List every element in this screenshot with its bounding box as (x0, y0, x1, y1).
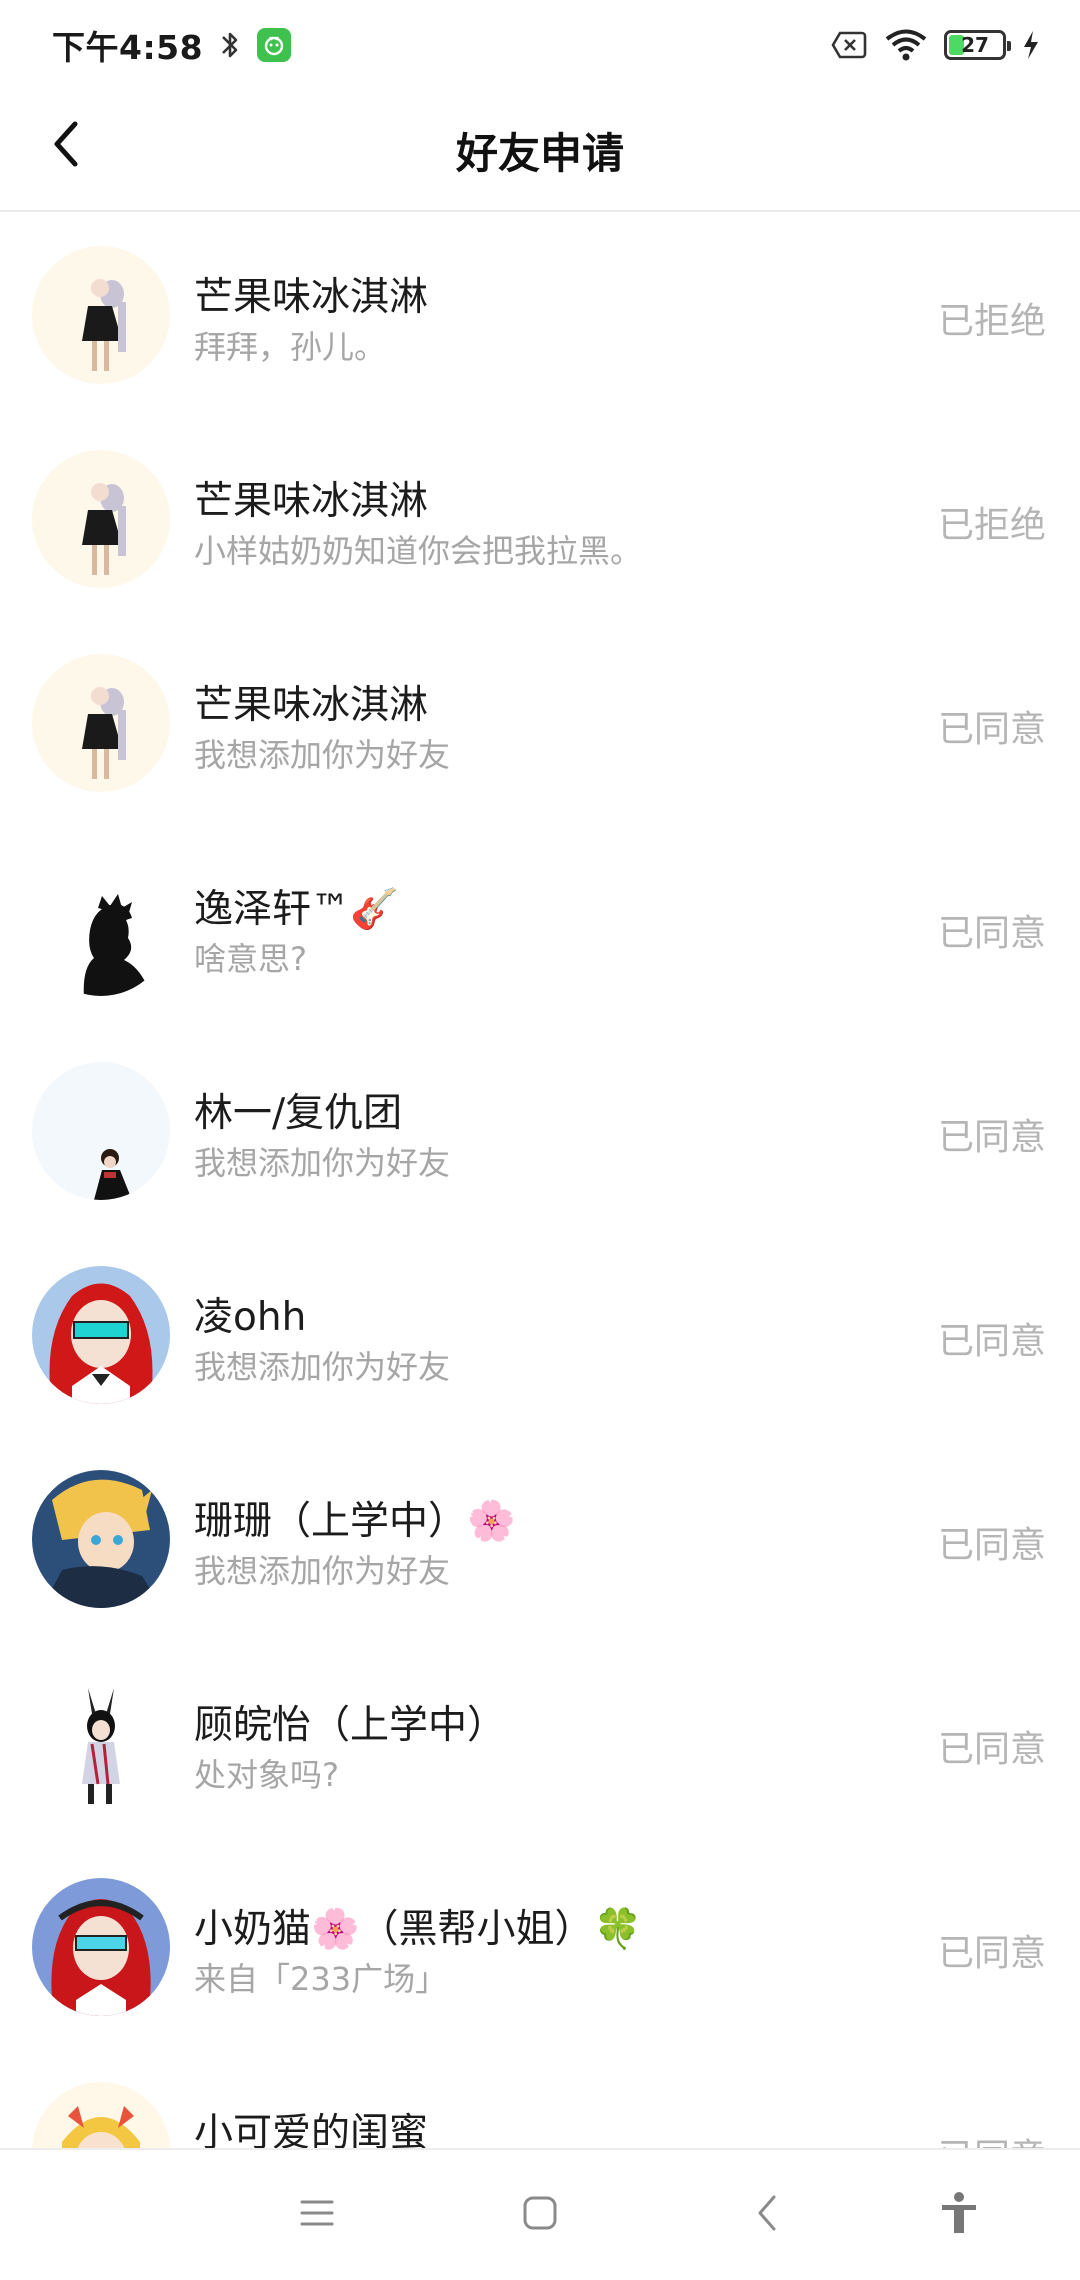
system-nav-bar (0, 2148, 1080, 2280)
request-name: 芒果味冰淇淋 (194, 479, 429, 524)
menu-button[interactable] (282, 2180, 352, 2250)
request-message: 我想添加你为好友 (194, 1348, 451, 1386)
friend-request-row[interactable]: 小奶猫🌸（黑帮小姐）🍀 来自「233广场」 已同意 (0, 1844, 1080, 2048)
avatar[interactable] (32, 1266, 170, 1404)
request-name: 芒果味冰淇淋 (194, 275, 429, 320)
back-icon (755, 2194, 779, 2236)
request-name: 凌ohh (194, 1295, 307, 1340)
header: 好友申请 (0, 90, 1080, 212)
status-bar-right: 27 (830, 28, 1040, 62)
friend-request-row[interactable]: 逸泽轩™🎸 啥意思? 已同意 (0, 824, 1080, 1028)
request-message: 我想添加你为好友 (194, 1552, 451, 1590)
request-status: 已同意 (938, 2128, 1046, 2148)
app-notification-icon (257, 28, 292, 62)
friend-request-row[interactable]: 芒果味冰淇淋 拜拜，孙儿。 已拒绝 (0, 212, 1080, 416)
menu-icon (300, 2199, 334, 2231)
status-bar: 下午4:58 27 (0, 0, 1080, 90)
status-time: 下午4:58 (52, 28, 204, 67)
nav-back-button[interactable] (732, 2180, 802, 2250)
accessibility-icon (939, 2191, 979, 2239)
request-name: 林一/复仇团 (194, 1091, 403, 1136)
request-status: 已同意 (937, 1933, 1046, 1974)
friend-request-row[interactable]: 顾皖怡（上学中） 处对象吗? 已同意 (0, 1640, 1080, 1844)
request-status: 已同意 (937, 709, 1046, 750)
friend-request-row[interactable]: 芒果味冰淇淋 我想添加你为好友 已同意 (0, 620, 1080, 824)
request-name: 逸泽轩™🎸 (194, 887, 399, 932)
friend-request-row[interactable]: 小可爱的闺蜜 已同意 (0, 2048, 1080, 2148)
home-icon (522, 2195, 558, 2235)
request-status: 已同意 (937, 1525, 1046, 1566)
friend-request-row[interactable]: 珊珊（上学中）🌸 我想添加你为好友 已同意 (0, 1436, 1080, 1640)
charging-icon (1022, 30, 1040, 60)
request-status: 已拒绝 (937, 301, 1046, 342)
avatar[interactable] (32, 2082, 170, 2148)
friend-request-row[interactable]: 林一/复仇团 我想添加你为好友 已同意 (0, 1028, 1080, 1232)
avatar[interactable] (32, 858, 170, 996)
request-message: 我想添加你为好友 (194, 736, 451, 774)
request-message: 拜拜，孙儿。 (194, 328, 387, 366)
friend-request-row[interactable]: 芒果味冰淇淋 小样姑奶奶知道你会把我拉黑。 已拒绝 (0, 416, 1080, 620)
request-message: 处对象吗? (194, 1756, 339, 1794)
request-message: 我想添加你为好友 (194, 1144, 451, 1182)
request-status: 已同意 (937, 1117, 1046, 1158)
battery-level: 27 (961, 33, 989, 57)
request-name: 珊珊（上学中）🌸 (194, 1499, 516, 1544)
avatar[interactable] (32, 1470, 170, 1608)
page-title: 好友申请 (455, 128, 624, 178)
request-status: 已拒绝 (937, 505, 1046, 546)
request-status: 已同意 (937, 1321, 1046, 1362)
sim-off-icon (830, 30, 868, 60)
status-bar-left: 下午4:58 (52, 21, 292, 69)
request-name: 顾皖怡（上学中） (194, 1703, 507, 1748)
avatar[interactable] (32, 1674, 170, 1812)
avatar[interactable] (32, 246, 170, 384)
avatar[interactable] (32, 1062, 170, 1200)
bluetooth-icon (219, 28, 241, 62)
accessibility-button[interactable] (924, 2180, 994, 2250)
avatar[interactable] (32, 654, 170, 792)
avatar[interactable] (32, 450, 170, 588)
home-button[interactable] (505, 2180, 575, 2250)
request-name: 小可爱的闺蜜 (194, 2111, 429, 2148)
request-message: 来自「233广场」 (194, 1960, 448, 1998)
wifi-icon (884, 28, 928, 62)
battery-icon: 27 (944, 30, 1011, 60)
request-name: 芒果味冰淇淋 (194, 683, 429, 728)
request-status: 已同意 (937, 1729, 1046, 1770)
request-name: 小奶猫🌸（黑帮小姐）🍀 (194, 1907, 643, 1952)
avatar[interactable] (32, 1878, 170, 2016)
friend-request-row[interactable]: 凌ohh 我想添加你为好友 已同意 (0, 1232, 1080, 1436)
request-message: 小样姑奶奶知道你会把我拉黑。 (194, 532, 643, 570)
request-status: 已同意 (937, 913, 1046, 954)
request-message: 啥意思? (194, 940, 307, 978)
friend-request-list[interactable]: 芒果味冰淇淋 拜拜，孙儿。 已拒绝 芒果味冰淇淋 小样姑奶奶知道你会把我拉黑。 … (0, 212, 1080, 2148)
